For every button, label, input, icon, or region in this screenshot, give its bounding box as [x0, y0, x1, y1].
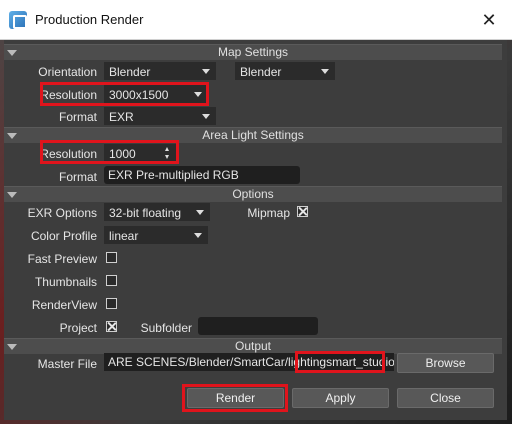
area-format-label: Format	[58, 170, 97, 184]
fast-preview-checkbox[interactable]	[106, 252, 117, 263]
orientation-select-2[interactable]: Blender	[235, 62, 335, 80]
color-profile-label: Color Profile	[30, 229, 97, 243]
orientation-label: Orientation	[38, 65, 97, 79]
apply-button[interactable]: Apply	[292, 388, 389, 408]
collapse-icon	[7, 344, 17, 350]
highlight-box	[182, 384, 288, 412]
chevron-down-icon	[202, 114, 210, 119]
highlight-box	[40, 82, 209, 106]
orientation-select-1[interactable]: Blender	[104, 62, 216, 80]
title-bar: Production Render ✕	[0, 0, 512, 40]
chevron-down-icon	[196, 210, 204, 215]
thumbnails-checkbox[interactable]	[106, 275, 117, 286]
project-checkbox[interactable]	[106, 321, 117, 332]
highlight-box	[295, 351, 385, 373]
collapse-icon	[7, 50, 17, 56]
browse-button[interactable]: Browse	[397, 353, 494, 373]
fast-preview-label: Fast Preview	[27, 252, 97, 266]
exr-options-label: EXR Options	[27, 206, 97, 220]
mipmap-checkbox[interactable]	[297, 206, 308, 217]
color-profile-select[interactable]: linear	[104, 226, 208, 244]
highlight-box	[40, 140, 179, 164]
collapse-icon	[7, 192, 17, 198]
exr-options-select[interactable]: 32-bit floating	[104, 203, 210, 221]
map-format-select[interactable]: EXR	[104, 107, 216, 125]
master-file-label: Master File	[37, 357, 97, 371]
thumbnails-label: Thumbnails	[34, 275, 97, 289]
mipmap-label: Mipmap	[247, 206, 290, 220]
renderview-checkbox[interactable]	[106, 298, 117, 309]
section-map-settings[interactable]: Map Settings	[4, 44, 502, 60]
app-icon	[9, 11, 27, 29]
collapse-icon	[7, 133, 17, 139]
chevron-down-icon	[321, 69, 329, 74]
subfolder-field[interactable]	[198, 317, 318, 335]
subfolder-label: Subfolder	[140, 321, 192, 335]
production-render-dialog: Production Render ✕ Map Settings Orienta…	[0, 0, 512, 424]
chevron-down-icon	[202, 69, 210, 74]
section-output[interactable]: Output	[4, 338, 502, 354]
section-options[interactable]: Options	[4, 186, 502, 202]
close-button[interactable]: Close	[397, 388, 494, 408]
project-label: Project	[59, 321, 97, 335]
window-close-button[interactable]: ✕	[466, 0, 512, 40]
chevron-down-icon	[194, 233, 202, 238]
window-title: Production Render	[35, 12, 144, 27]
map-format-label: Format	[58, 110, 97, 124]
renderview-label: RenderView	[31, 298, 97, 312]
area-format-field[interactable]: EXR Pre-multiplied RGB	[104, 166, 300, 184]
